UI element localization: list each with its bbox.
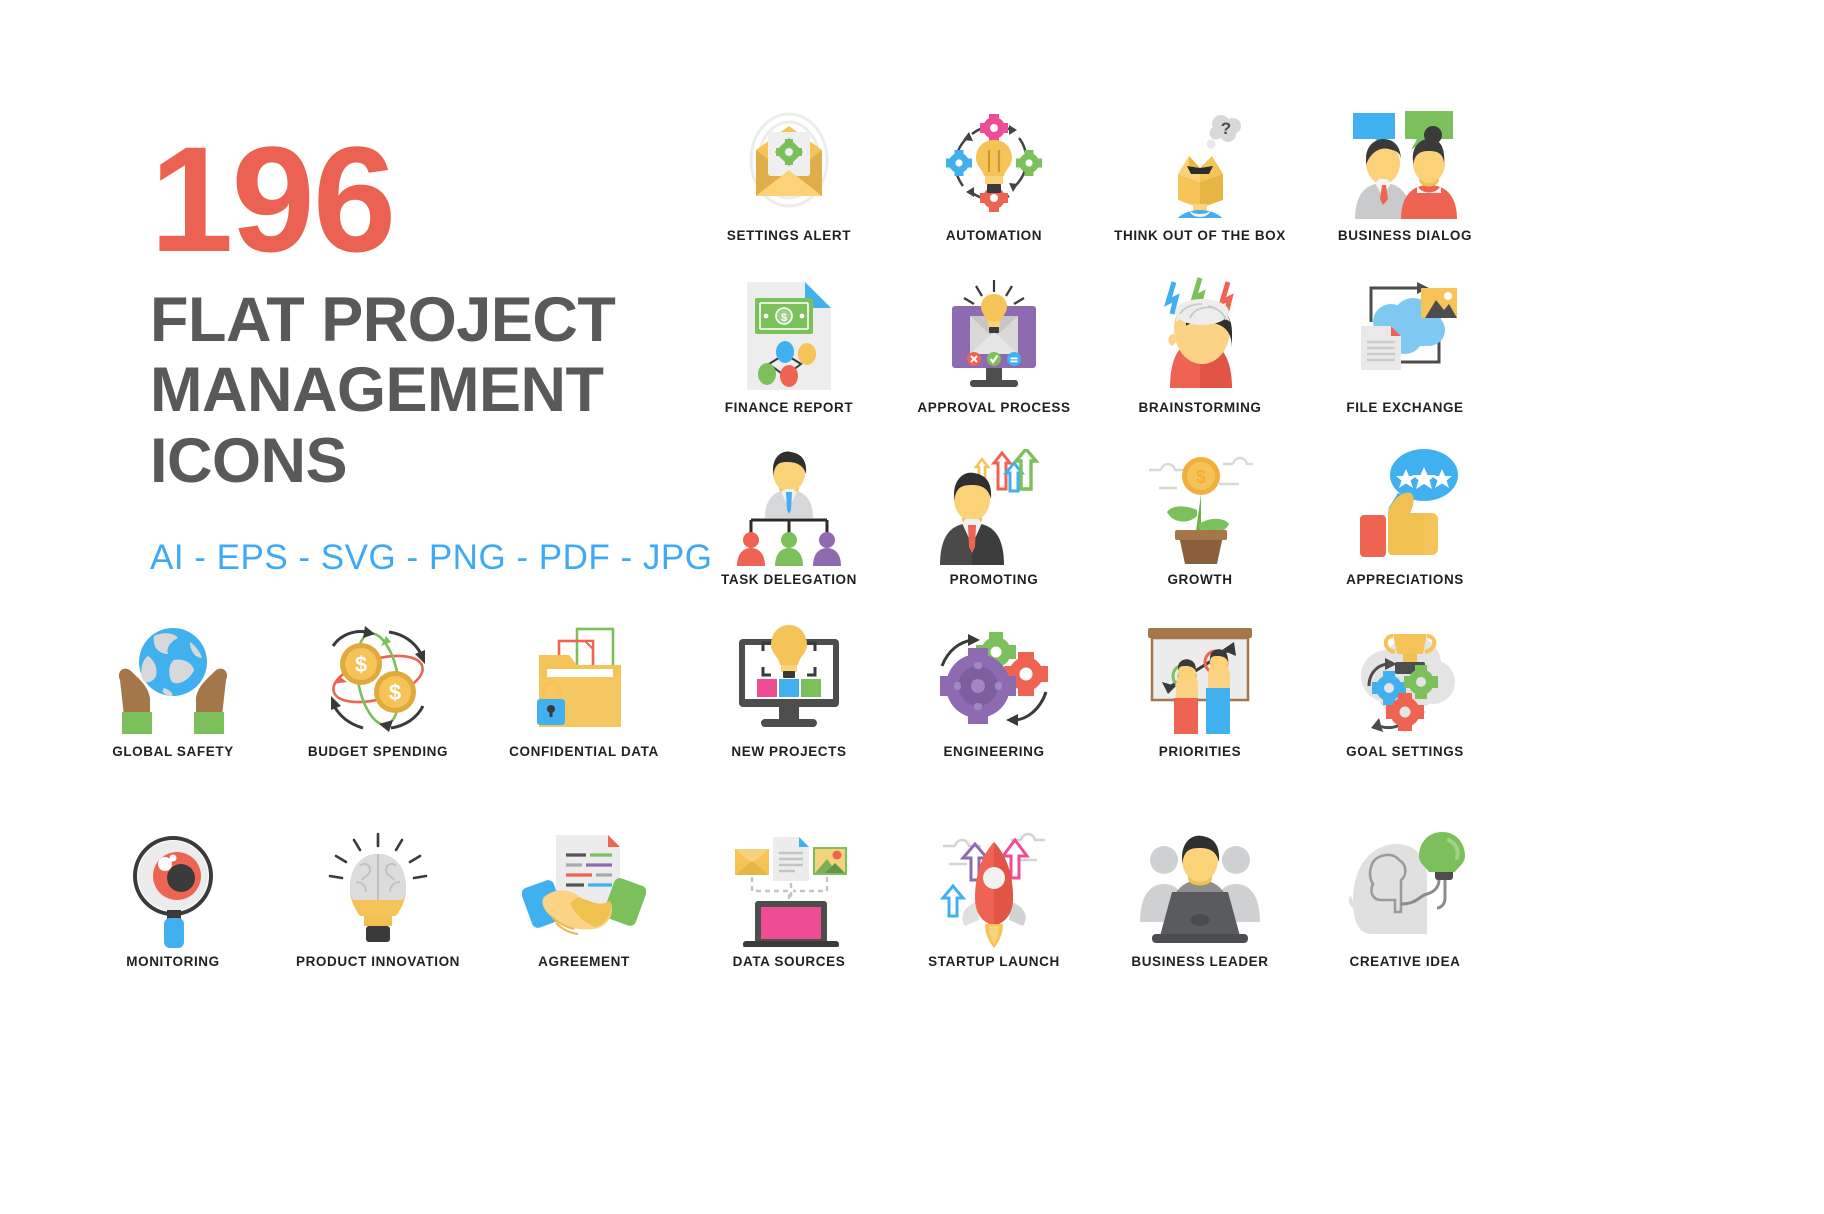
icon-label: FILE EXCHANGE [1346, 400, 1464, 415]
icon-label: AUTOMATION [945, 228, 1043, 243]
icon-cell[interactable]: NEW PROJECTS [694, 620, 884, 759]
icon-label: GLOBAL SAFETY [112, 744, 234, 759]
icon-cell[interactable]: PROMOTING [899, 448, 1089, 587]
icon-cell[interactable]: AUTOMATION [899, 104, 1089, 243]
task-delegation-icon [694, 448, 884, 566]
icon-cell[interactable]: FILE EXCHANGE [1310, 276, 1500, 415]
goal-settings-icon [1310, 620, 1500, 738]
global-safety-icon [78, 620, 268, 738]
confidential-data-icon [489, 620, 679, 738]
icon-label: AGREEMENT [538, 954, 630, 969]
icon-set-poster: 196 FLAT PROJECT MANAGEMENT ICONS AI - E… [0, 0, 1824, 1214]
icon-cell[interactable]: STARTUP LAUNCH [899, 830, 1089, 969]
appreciations-icon [1310, 448, 1500, 566]
monitoring-icon [78, 830, 268, 948]
icon-cell[interactable]: APPROVAL PROCESS [899, 276, 1089, 415]
automation-icon [899, 104, 1089, 222]
creative-idea-icon [1310, 830, 1500, 948]
new-projects-icon [694, 620, 884, 738]
svg-text:$: $ [781, 312, 787, 324]
data-sources-icon [694, 830, 884, 948]
icon-label: PRODUCT INNOVATION [295, 954, 461, 969]
icon-cell[interactable]: MONITORING [78, 830, 268, 969]
icon-cell[interactable]: ENGINEERING [899, 620, 1089, 759]
product-innovation-icon [283, 830, 473, 948]
hero-block: 196 FLAT PROJECT MANAGEMENT ICONS AI - E… [150, 115, 713, 578]
page-title: FLAT PROJECT MANAGEMENT ICONS [150, 285, 710, 497]
icon-cell[interactable]: PRIORITIES [1105, 620, 1295, 759]
svg-text:$: $ [389, 680, 401, 705]
icon-label: BUSINESS DIALOG [1337, 228, 1473, 243]
icon-cell[interactable]: BRAINSTORMING [1105, 276, 1295, 415]
icon-label: NEW PROJECTS [731, 744, 847, 759]
engineering-icon [899, 620, 1089, 738]
icon-cell[interactable]: BUSINESS DIALOG [1310, 104, 1500, 243]
icon-cell[interactable]: CREATIVE IDEA [1310, 830, 1500, 969]
growth-icon: $ [1105, 448, 1295, 566]
icon-label: GOAL SETTINGS [1346, 744, 1464, 759]
page-title-line-3: ICONS [150, 425, 348, 496]
file-formats-list: AI - EPS - SVG - PNG - PDF - JPG [150, 538, 713, 578]
icon-cell[interactable]: PRODUCT INNOVATION [283, 830, 473, 969]
page-title-line-2: MANAGEMENT [150, 355, 604, 426]
icon-label: APPROVAL PROCESS [917, 400, 1071, 415]
icon-label: MONITORING [126, 954, 220, 969]
icon-cell[interactable]: SETTINGS ALERT [694, 104, 884, 243]
icon-cell[interactable]: CONFIDENTIAL DATA [489, 620, 679, 759]
icon-label: DATA SOURCES [732, 954, 846, 969]
approval-process-icon [899, 276, 1089, 394]
promoting-icon [899, 448, 1089, 566]
icon-label: APPRECIATIONS [1346, 572, 1464, 587]
icon-label: STARTUP LAUNCH [928, 954, 1060, 969]
priorities-icon [1105, 620, 1295, 738]
svg-text:$: $ [355, 652, 367, 677]
icon-cell[interactable]: GLOBAL SAFETY [78, 620, 268, 759]
icon-cell[interactable]: BUSINESS LEADER [1105, 830, 1295, 969]
icon-label: SETTINGS ALERT [726, 228, 852, 243]
business-dialog-icon [1310, 104, 1500, 222]
file-exchange-icon [1310, 276, 1500, 394]
icon-label: FINANCE REPORT [724, 400, 854, 415]
icon-label: THINK OUT OF THE BOX [1114, 228, 1286, 243]
icon-label: ENGINEERING [943, 744, 1045, 759]
icon-cell[interactable]: $ GROWTH [1105, 448, 1295, 587]
icon-label: PROMOTING [949, 572, 1039, 587]
icon-cell[interactable]: $ $ BUDGET SPENDING [283, 620, 473, 759]
icon-label: CREATIVE IDEA [1349, 954, 1461, 969]
icon-cell[interactable]: TASK DELEGATION [694, 448, 884, 587]
think-out-of-box-icon: ? [1105, 104, 1295, 222]
icon-cell[interactable]: $ FINANCE REPORT [694, 276, 884, 415]
svg-text:?: ? [1221, 119, 1231, 138]
icon-cell[interactable]: DATA SOURCES [694, 830, 884, 969]
icon-cell[interactable]: AGREEMENT [489, 830, 679, 969]
settings-alert-icon [694, 104, 884, 222]
finance-report-icon: $ [694, 276, 884, 394]
brainstorming-icon [1105, 276, 1295, 394]
budget-spending-icon: $ $ [283, 620, 473, 738]
icon-label: PRIORITIES [1158, 744, 1242, 759]
icon-cell[interactable]: ? THINK OUT OF THE BOX [1105, 104, 1295, 243]
icon-cell[interactable]: GOAL SETTINGS [1310, 620, 1500, 759]
icon-label: BUSINESS LEADER [1131, 954, 1269, 969]
page-title-line-1: FLAT PROJECT [150, 284, 616, 355]
icon-label: TASK DELEGATION [721, 572, 857, 587]
icon-label: BRAINSTORMING [1138, 400, 1262, 415]
icon-cell[interactable]: APPRECIATIONS [1310, 448, 1500, 587]
icon-label: GROWTH [1167, 572, 1233, 587]
agreement-icon [489, 830, 679, 948]
business-leader-icon [1105, 830, 1295, 948]
icon-count: 196 [150, 115, 396, 283]
startup-launch-icon [899, 830, 1089, 948]
svg-text:$: $ [1196, 467, 1206, 487]
icon-label: BUDGET SPENDING [307, 744, 449, 759]
icon-label: CONFIDENTIAL DATA [509, 744, 659, 759]
